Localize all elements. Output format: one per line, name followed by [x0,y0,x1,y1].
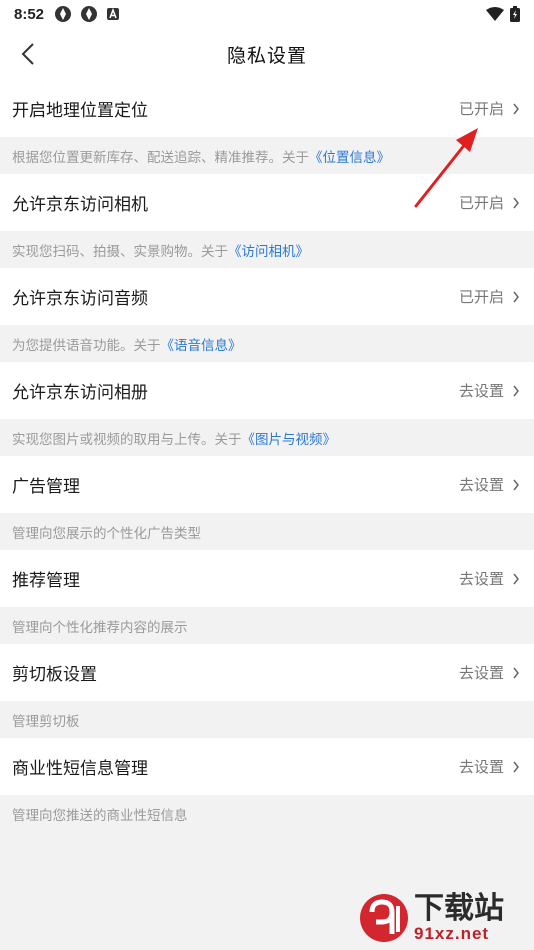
setting-clipboard[interactable]: 剪切板设置 去设置 [0,644,534,701]
status-notification-icons [54,5,120,23]
description-text: 实现您扫码、拍摄、实景购物。关于 [12,243,228,260]
status-bar: 8:52 [0,0,534,28]
settings-list: 开启地理位置定位 已开启 根据您位置更新库存、配送追踪、精准推荐。关于 《位置信息… [0,80,534,832]
setting-description: 为您提供语音功能。关于 《语音信息》 [0,325,534,362]
setting-description: 实现您扫码、拍摄、实景购物。关于 《访问相机》 [0,231,534,268]
watermark-cn: 下载站 [414,891,504,926]
watermark-en: 91xz.net [414,924,490,943]
description-text: 根据您位置更新库存、配送追踪、精准推荐。关于 [12,149,309,166]
setting-label: 广告管理 [12,477,80,497]
chevron-right-icon [512,666,522,680]
description-text: 管理剪切板 [12,713,80,730]
page-header: 隐私设置 [0,28,534,80]
setting-status: 去设置 [458,758,504,776]
watermark-text: 下载站 91xz.net [414,893,504,943]
site-logo-icon [360,894,408,942]
chevron-right-icon [512,478,522,492]
setting-description: 实现您图片或视频的取用与上传。关于 《图片与视频》 [0,419,534,456]
setting-status: 去设置 [458,664,504,682]
description-text: 为您提供语音功能。关于 [12,337,161,354]
setting-label: 允许京东访问相册 [12,383,148,403]
policy-link[interactable]: 《访问相机》 [228,240,309,260]
policy-link[interactable]: 《图片与视频》 [242,428,337,448]
setting-label: 推荐管理 [12,571,80,591]
description-text: 管理向您推送的商业性短信息 [12,807,188,824]
setting-camera[interactable]: 允许京东访问相机 已开启 [0,174,534,231]
setting-audio[interactable]: 允许京东访问音频 已开启 [0,268,534,325]
chevron-right-icon [512,102,522,116]
chevron-right-icon [512,196,522,210]
setting-status: 已开启 [458,100,504,118]
setting-sms[interactable]: 商业性短信息管理 去设置 [0,738,534,795]
status-time: 8:52 [14,5,45,23]
setting-status: 去设置 [458,476,504,494]
battery-icon [510,6,520,22]
policy-link[interactable]: 《位置信息》 [309,146,390,166]
setting-label: 允许京东访问音频 [12,289,148,309]
app-notification-icon [54,5,72,23]
description-text: 管理向您展示的个性化广告类型 [12,525,201,542]
setting-album[interactable]: 允许京东访问相册 去设置 [0,362,534,419]
setting-status: 已开启 [458,288,504,306]
chevron-right-icon [512,290,522,304]
app-notification-icon [80,5,98,23]
setting-status: 去设置 [458,382,504,400]
setting-status: 已开启 [458,194,504,212]
setting-label: 剪切板设置 [12,665,97,685]
setting-recommend[interactable]: 推荐管理 去设置 [0,550,534,607]
setting-description: 管理向您展示的个性化广告类型 [0,513,534,550]
chevron-right-icon [512,760,522,774]
chevron-right-icon [512,572,522,586]
page-title: 隐私设置 [226,44,307,67]
setting-description: 管理剪切板 [0,701,534,738]
setting-description: 管理向个性化推荐内容的展示 [0,607,534,644]
description-text: 管理向个性化推荐内容的展示 [12,619,188,636]
back-button[interactable] [14,40,42,68]
wifi-icon [486,7,504,21]
setting-label: 商业性短信息管理 [12,759,148,779]
setting-description: 根据您位置更新库存、配送追踪、精准推荐。关于 《位置信息》 [0,137,534,174]
setting-label: 允许京东访问相机 [12,195,148,215]
setting-label: 开启地理位置定位 [12,101,148,121]
chevron-left-icon [21,43,34,65]
policy-link[interactable]: 《语音信息》 [161,334,242,354]
status-system-icons [486,6,520,22]
description-text: 实现您图片或视频的取用与上传。关于 [12,431,242,448]
chevron-right-icon [512,384,522,398]
setting-ads[interactable]: 广告管理 去设置 [0,456,534,513]
text-notification-icon [106,7,120,21]
setting-status: 去设置 [458,570,504,588]
setting-location[interactable]: 开启地理位置定位 已开启 [0,80,534,137]
watermark: 下载站 91xz.net [358,890,528,946]
setting-description: 管理向您推送的商业性短信息 [0,795,534,832]
